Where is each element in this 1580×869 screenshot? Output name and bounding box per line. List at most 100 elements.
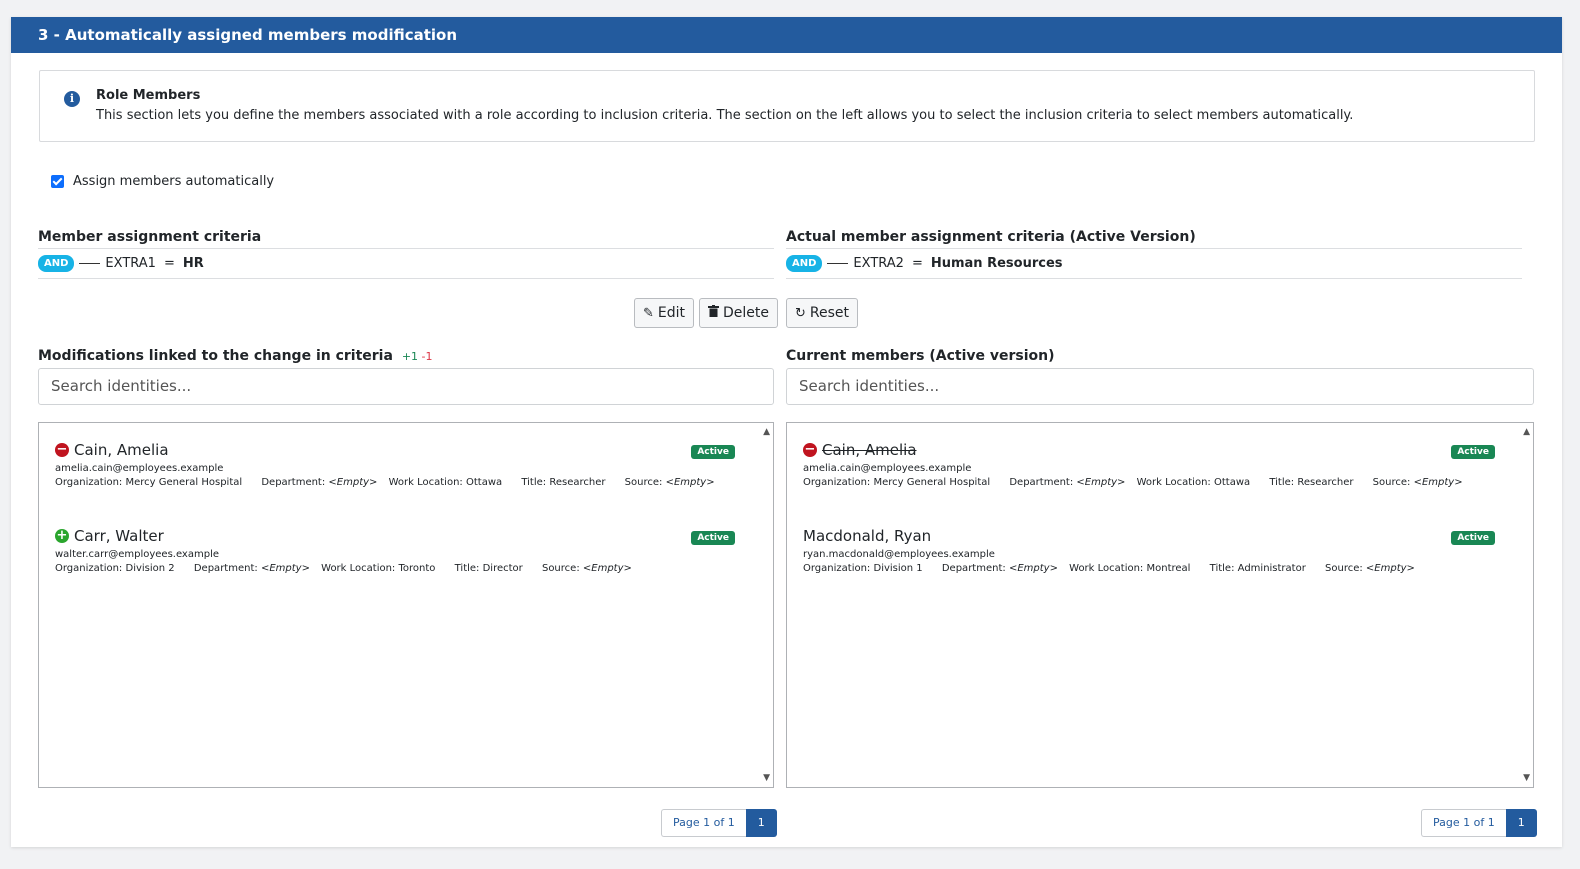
modifications-title-text: Modifications linked to the change in cr…: [38, 348, 393, 364]
delete-button[interactable]: Delete: [699, 298, 778, 328]
member-name: Macdonald, Ryan: [803, 527, 932, 545]
minus-circle-icon: −: [803, 442, 817, 457]
modifications-pager: Page 1 of 1 1: [661, 809, 777, 837]
org-label: Organization:: [803, 477, 871, 488]
reset-button-label: Reset: [809, 305, 850, 321]
loc-value: Montreal: [1146, 563, 1191, 574]
dept-value: <Empty>: [260, 563, 310, 574]
member-criteria-title: Member assignment criteria: [38, 229, 262, 245]
current-members-search-input[interactable]: Search identities...: [786, 368, 1534, 405]
current-members-list[interactable]: ▲ ▼ − Cain, Amelia Active amelia.cain@em…: [786, 422, 1534, 788]
page-1-button[interactable]: 1: [745, 809, 777, 837]
member-details: Organization: Mercy General Hospital Dep…: [55, 477, 735, 488]
change-counts: +1 -1: [402, 350, 433, 363]
source-value: <Empty>: [1413, 477, 1463, 488]
scroll-down-icon[interactable]: ▼: [763, 773, 770, 783]
title-label: Title:: [454, 563, 480, 574]
dept-value: <Empty>: [1076, 477, 1126, 488]
members-modification-card: 3 - Automatically assigned members modif…: [11, 17, 1562, 847]
member-name: Carr, Walter: [74, 527, 164, 545]
member-name: Cain, Amelia: [822, 441, 917, 459]
status-badge: Active: [1451, 531, 1495, 545]
minus-circle-icon: −: [55, 442, 69, 457]
modifications-title: Modifications linked to the change in cr…: [38, 348, 433, 364]
plus-circle-icon: +: [55, 528, 69, 543]
loc-label: Work Location:: [1136, 477, 1211, 488]
delete-button-label: Delete: [723, 305, 769, 321]
criteria-connector: [79, 263, 101, 264]
reset-button[interactable]: ↻ Reset: [786, 298, 859, 328]
criteria-value: HR: [182, 256, 204, 271]
active-criteria-title: Actual member assignment criteria (Activ…: [786, 229, 1196, 245]
dept-value: <Empty>: [1008, 563, 1058, 574]
source-value: <Empty>: [1365, 563, 1415, 574]
trash-icon: [708, 305, 719, 321]
modifications-list[interactable]: ▲ ▼ − Cain, Amelia Active amelia.cain@em…: [38, 422, 774, 788]
page-indicator: Page 1 of 1: [661, 809, 746, 837]
current-members-title: Current members (Active version): [786, 348, 1055, 364]
org-label: Organization:: [803, 563, 871, 574]
edit-button[interactable]: ✎ Edit: [634, 298, 695, 328]
pencil-icon: ✎: [643, 305, 654, 321]
title-value: Researcher: [549, 477, 606, 488]
auto-assign-label: Assign members automatically: [73, 174, 275, 189]
status-badge: Active: [1451, 445, 1495, 459]
and-operator-badge[interactable]: AND: [38, 255, 75, 272]
list-item[interactable]: Macdonald, Ryan Active ryan.macdonald@em…: [803, 527, 1495, 574]
org-value: Division 1: [873, 563, 923, 574]
loc-value: Ottawa: [1213, 477, 1251, 488]
page-1-button[interactable]: 1: [1505, 809, 1537, 837]
title-label: Title:: [521, 477, 547, 488]
member-name: Cain, Amelia: [74, 441, 169, 459]
modifications-search-input[interactable]: Search identities...: [38, 368, 774, 405]
scroll-down-icon[interactable]: ▼: [1523, 773, 1530, 783]
title-value: Administrator: [1237, 563, 1306, 574]
criteria-operator: =: [911, 256, 923, 271]
loc-value: Toronto: [398, 563, 436, 574]
member-email: ryan.macdonald@employees.example: [803, 549, 995, 560]
org-label: Organization:: [55, 563, 123, 574]
title-label: Title:: [1269, 477, 1295, 488]
status-badge: Active: [691, 445, 735, 459]
auto-assign-row[interactable]: Assign members automatically: [51, 174, 274, 189]
and-operator-badge: AND: [786, 255, 823, 272]
section-header: 3 - Automatically assigned members modif…: [11, 17, 1562, 53]
criteria-value: Human Resources: [930, 256, 1063, 271]
loc-label: Work Location:: [321, 563, 396, 574]
dept-value: <Empty>: [328, 477, 378, 488]
scroll-up-icon[interactable]: ▲: [763, 427, 770, 437]
source-label: Source:: [1325, 563, 1363, 574]
title-label: Title:: [1209, 563, 1235, 574]
active-criteria-row: AND EXTRA2 = Human Resources: [786, 248, 1522, 279]
title-value: Researcher: [1297, 477, 1354, 488]
auto-assign-checkbox[interactable]: [51, 175, 64, 188]
source-value: <Empty>: [582, 563, 632, 574]
scroll-up-icon[interactable]: ▲: [1523, 427, 1530, 437]
info-icon: i: [64, 91, 80, 107]
edit-button-label: Edit: [657, 305, 686, 321]
added-count: +1: [401, 350, 419, 363]
member-email: amelia.cain@employees.example: [803, 463, 972, 474]
removed-count: -1: [421, 350, 433, 363]
criteria-field: EXTRA1: [105, 256, 156, 271]
org-value: Mercy General Hospital: [125, 477, 243, 488]
source-label: Source:: [541, 563, 580, 574]
info-box: i Role Members This section lets you def…: [39, 70, 1535, 142]
source-label: Source:: [1372, 477, 1411, 488]
loc-label: Work Location:: [1069, 563, 1144, 574]
dept-label: Department:: [1009, 477, 1074, 488]
reset-icon: ↻: [795, 305, 806, 321]
list-item[interactable]: − Cain, Amelia Active amelia.cain@employ…: [55, 441, 735, 488]
member-email: walter.carr@employees.example: [55, 549, 219, 560]
criteria-connector: [827, 263, 849, 264]
source-value: <Empty>: [665, 477, 715, 488]
loc-label: Work Location:: [388, 477, 463, 488]
dept-label: Department:: [941, 563, 1006, 574]
list-item[interactable]: − Cain, Amelia Active amelia.cain@employ…: [803, 441, 1495, 488]
member-details: Organization: Division 2 Department: <Em…: [55, 563, 735, 574]
status-badge: Active: [691, 531, 735, 545]
org-value: Division 2: [125, 563, 175, 574]
page-indicator: Page 1 of 1: [1421, 809, 1506, 837]
list-item[interactable]: + Carr, Walter Active walter.carr@employ…: [55, 527, 735, 574]
current-members-pager: Page 1 of 1 1: [1421, 809, 1537, 837]
